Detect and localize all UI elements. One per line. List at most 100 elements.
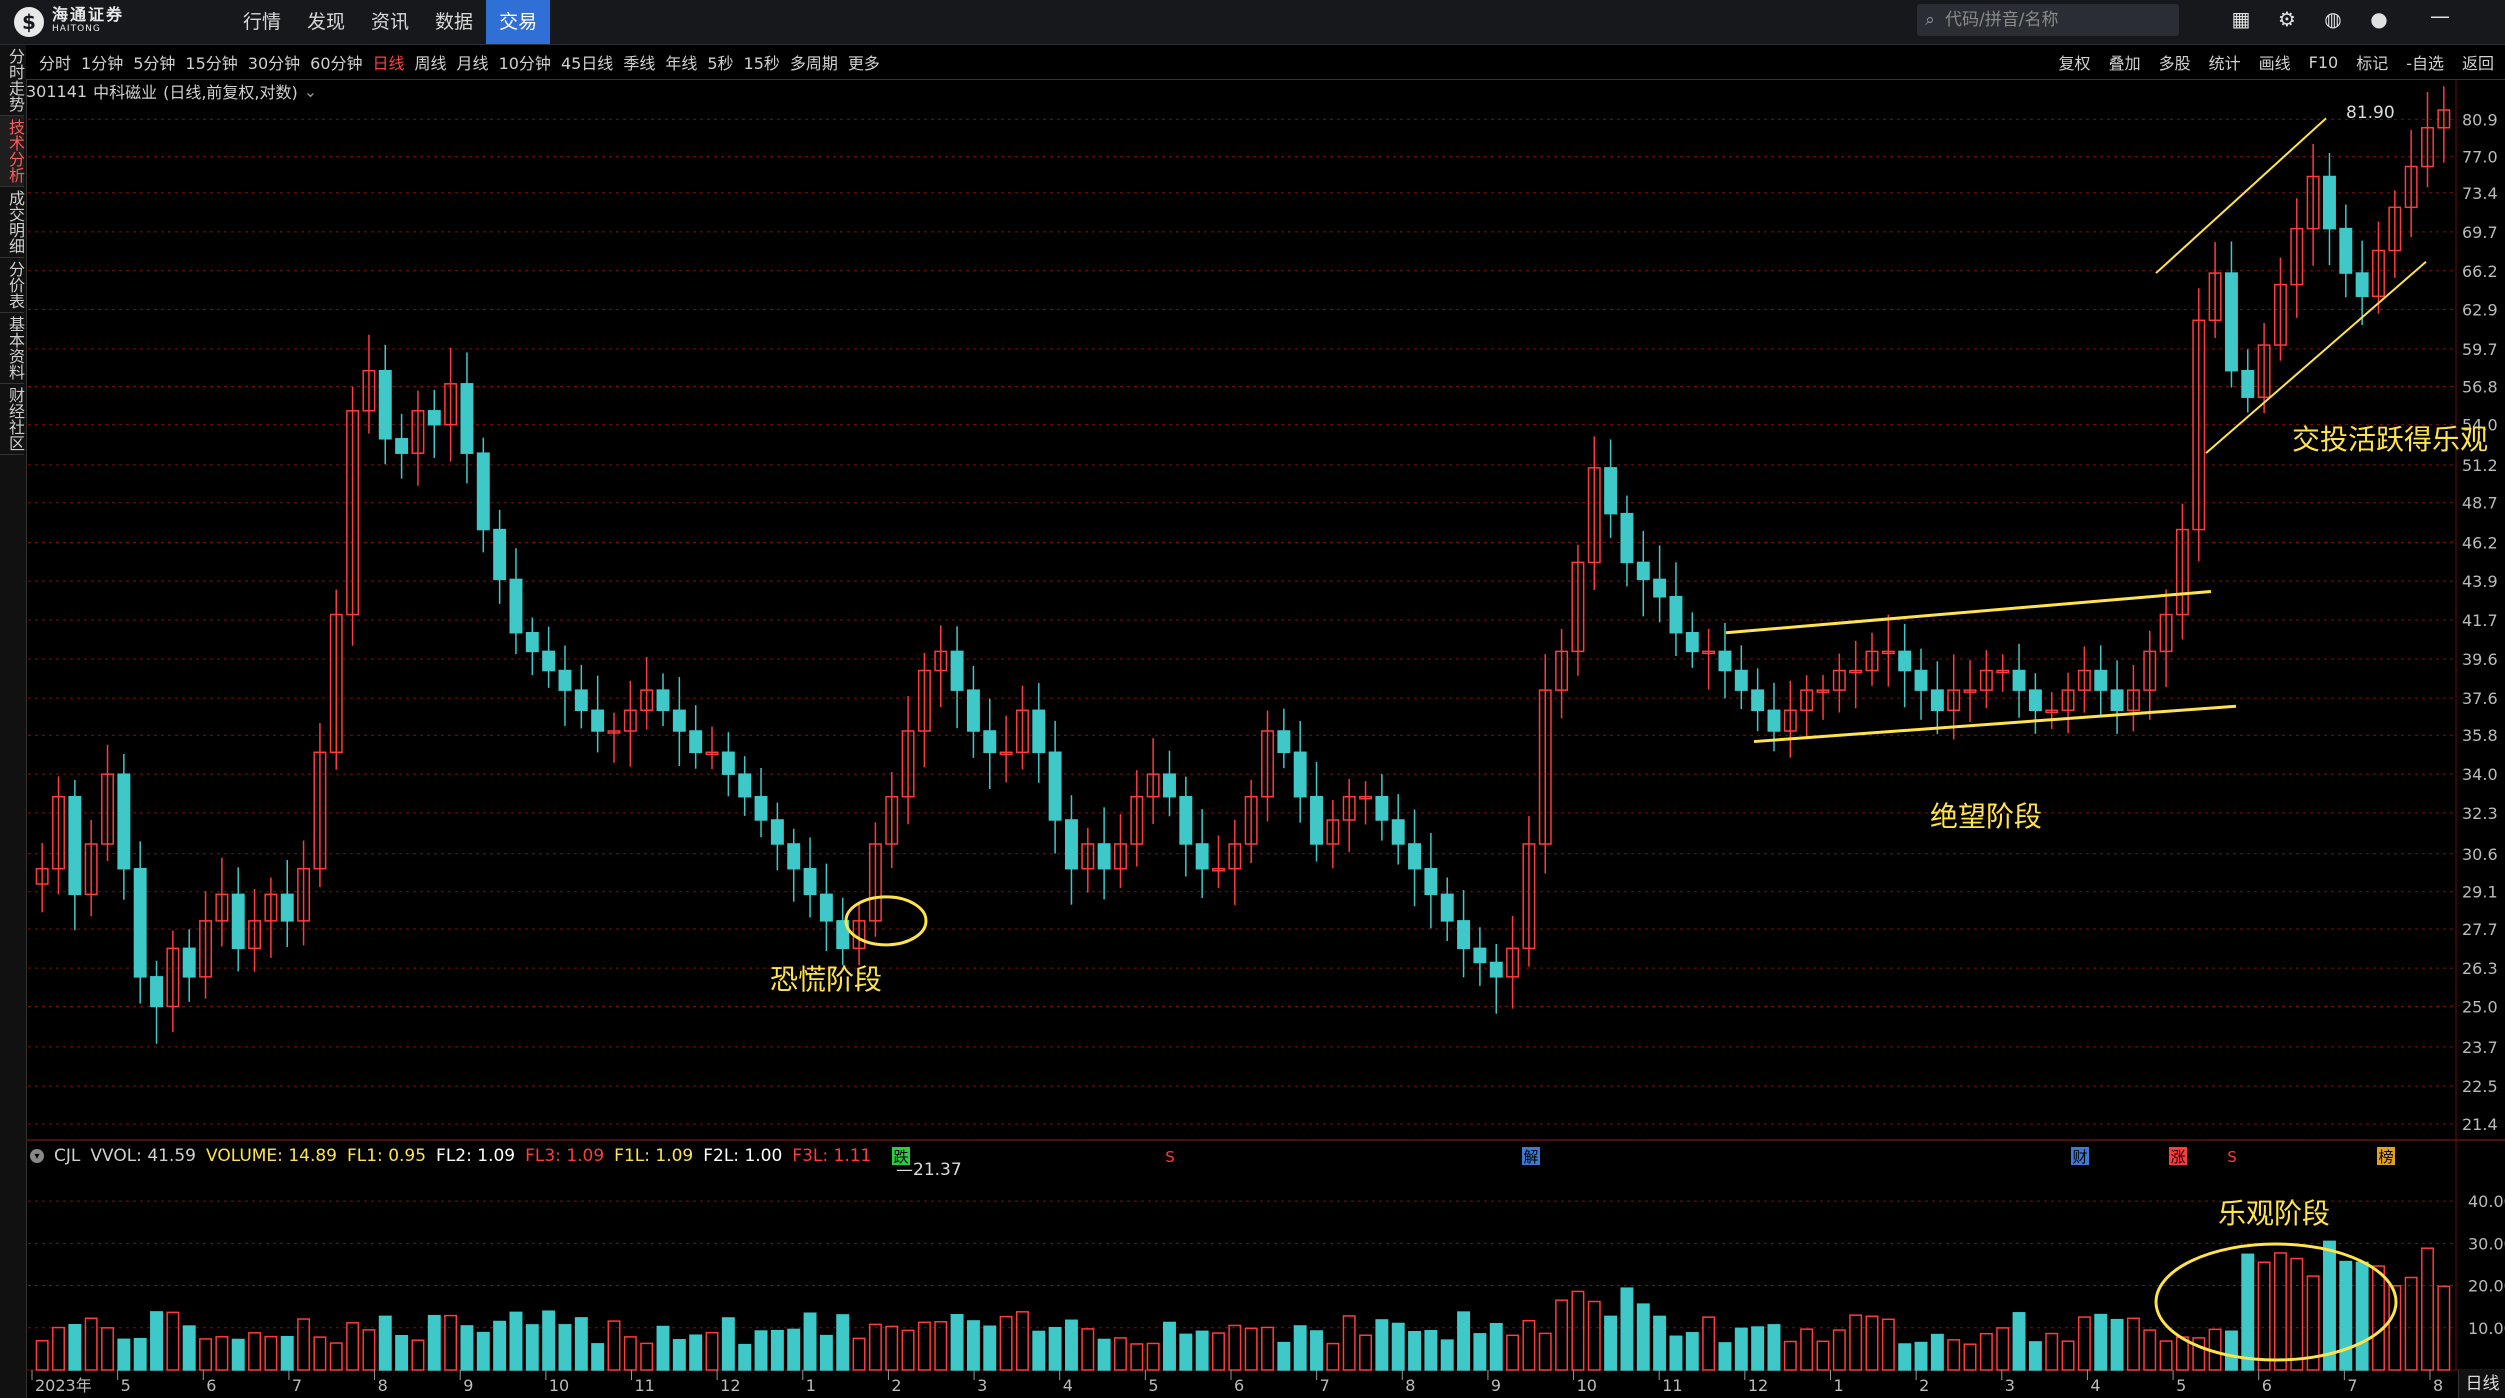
volume-bar xyxy=(2404,1276,2418,1371)
period-0[interactable]: 分时 xyxy=(34,50,76,74)
candle-body xyxy=(378,369,392,440)
volume-bar xyxy=(1865,1315,1879,1371)
brand-logo[interactable]: $ 海通证券 HAITONG xyxy=(14,5,124,39)
x-tick-label: 3 xyxy=(2005,1376,2015,1395)
tool-7[interactable]: -自选 xyxy=(2397,50,2453,74)
tool-6[interactable]: 标记 xyxy=(2347,50,2397,74)
candle-body xyxy=(689,730,703,754)
candle-body xyxy=(117,773,131,870)
tool-8[interactable]: 返回 xyxy=(2453,50,2503,74)
candle-body xyxy=(150,976,164,1008)
grid-icon[interactable]: ▦ xyxy=(2228,6,2254,32)
period-1[interactable]: 1分钟 xyxy=(76,50,128,74)
volume-bar xyxy=(1702,1316,1716,1371)
candle-body xyxy=(1391,819,1405,845)
tool-4[interactable]: 画线 xyxy=(2250,50,2300,74)
chart-area[interactable]: 80.977.073.469.766.262.959.756.854.051.2… xyxy=(26,80,2505,1398)
volume-bar xyxy=(2012,1312,2026,1371)
search-input[interactable] xyxy=(1943,9,2167,31)
volume-legend-item: CJL xyxy=(54,1146,81,1166)
period-2[interactable]: 5分钟 xyxy=(128,50,180,74)
price-tick-label: 27.7 xyxy=(2462,920,2498,939)
candle-body xyxy=(542,650,556,672)
volume-bar xyxy=(1261,1326,1274,1371)
period-4[interactable]: 30分钟 xyxy=(243,50,305,74)
chevron-down-icon[interactable]: ⌄ xyxy=(304,82,317,101)
tool-5[interactable]: F10 xyxy=(2300,53,2348,72)
period-16[interactable]: 更多 xyxy=(843,50,885,74)
tool-0[interactable]: 复权 xyxy=(2050,50,2100,74)
nav-item-2[interactable]: 资讯 xyxy=(358,0,422,44)
volume-bar xyxy=(2077,1316,2091,1371)
period-15[interactable]: 多周期 xyxy=(785,50,843,74)
chat-icon[interactable]: ● xyxy=(2366,6,2392,32)
left-tab-0[interactable]: 分时走势 xyxy=(0,45,25,116)
left-tab-5[interactable]: 财经社区 xyxy=(0,384,25,455)
left-tab-2[interactable]: 成交明细 xyxy=(0,187,25,258)
volume-bar xyxy=(1653,1315,1667,1371)
nav-item-4[interactable]: 交易 xyxy=(486,0,551,44)
period-7[interactable]: 周线 xyxy=(410,50,452,74)
period-3[interactable]: 15分钟 xyxy=(180,50,242,74)
period-5[interactable]: 60分钟 xyxy=(305,50,367,74)
volume-bar xyxy=(591,1343,605,1371)
volume-bar xyxy=(52,1326,65,1371)
volume-legend-value: 14.89 xyxy=(288,1146,337,1166)
candle-body xyxy=(1898,650,1912,672)
x-tick-label: 7 xyxy=(292,1376,302,1395)
volume-legend-item: F3L: xyxy=(792,1146,829,1166)
period-11[interactable]: 季线 xyxy=(618,50,660,74)
bottom-period-tab[interactable]: 日线 xyxy=(2458,1370,2505,1398)
volume-bar xyxy=(2143,1329,2157,1371)
volume-bar xyxy=(966,1320,980,1371)
high-price-label: 81.90 xyxy=(2346,103,2395,123)
period-8[interactable]: 月线 xyxy=(452,50,494,74)
tool-3[interactable]: 统计 xyxy=(2200,50,2250,74)
candle-body xyxy=(966,689,980,732)
nav-item-0[interactable]: 行情 xyxy=(230,0,294,44)
minimize-icon[interactable]: — xyxy=(2430,4,2450,28)
volume-bar xyxy=(427,1314,441,1371)
nav-item-3[interactable]: 数据 xyxy=(422,0,486,44)
volume-tick-label: 40.00 xyxy=(2468,1192,2505,1211)
volume-bar xyxy=(1359,1334,1373,1371)
indicator-menu-icon[interactable]: ▾ xyxy=(30,1149,44,1163)
volume-bar xyxy=(2224,1330,2238,1371)
left-tab-1[interactable]: 技术分析 xyxy=(0,116,25,187)
annotation-optimism: 乐观阶段 xyxy=(2218,1197,2331,1230)
x-tick-label: 5 xyxy=(1148,1376,1158,1395)
tool-1[interactable]: 叠加 xyxy=(2100,50,2150,74)
volume-legend-entry: FL1: 0.95 xyxy=(347,1146,426,1166)
volume-bar xyxy=(297,1318,311,1371)
volume-bar xyxy=(787,1328,801,1371)
globe-icon[interactable]: ◍ xyxy=(2320,6,2346,32)
volume-bar xyxy=(607,1320,621,1371)
search-box[interactable]: ⌕ xyxy=(1917,4,2179,36)
period-6[interactable]: 日线 xyxy=(368,50,410,74)
volume-bar xyxy=(2110,1318,2124,1371)
stock-name: 中科磁业 xyxy=(93,83,158,102)
x-tick-label: 3 xyxy=(977,1376,987,1395)
period-12[interactable]: 年线 xyxy=(660,50,702,74)
left-tab-4[interactable]: 基本资料 xyxy=(0,313,25,384)
candle-body xyxy=(1424,867,1438,896)
volume-bar xyxy=(1555,1299,1569,1371)
period-13[interactable]: 5秒 xyxy=(702,50,738,74)
gear-icon[interactable]: ⚙ xyxy=(2274,6,2300,32)
event-marker-label: S xyxy=(2227,1148,2237,1166)
volume-bar xyxy=(1440,1339,1454,1371)
annotation-despair: 绝望阶段 xyxy=(1930,800,2043,833)
volume-legend-item: VOLUME: xyxy=(205,1146,283,1166)
period-9[interactable]: 10分钟 xyxy=(494,50,556,74)
price-tick-label: 48.7 xyxy=(2462,494,2498,513)
tool-2[interactable]: 多股 xyxy=(2150,50,2200,74)
nav-item-1[interactable]: 发现 xyxy=(294,0,358,44)
candle-body xyxy=(1163,773,1176,798)
period-14[interactable]: 15秒 xyxy=(739,50,785,74)
logo-mark-icon: $ xyxy=(14,7,44,37)
period-10[interactable]: 45日线 xyxy=(556,50,618,74)
left-tab-3[interactable]: 分价表 xyxy=(0,258,25,313)
support-line xyxy=(1753,704,2237,744)
price-tick-label: 22.5 xyxy=(2462,1077,2498,1096)
volume-bar xyxy=(770,1329,784,1371)
